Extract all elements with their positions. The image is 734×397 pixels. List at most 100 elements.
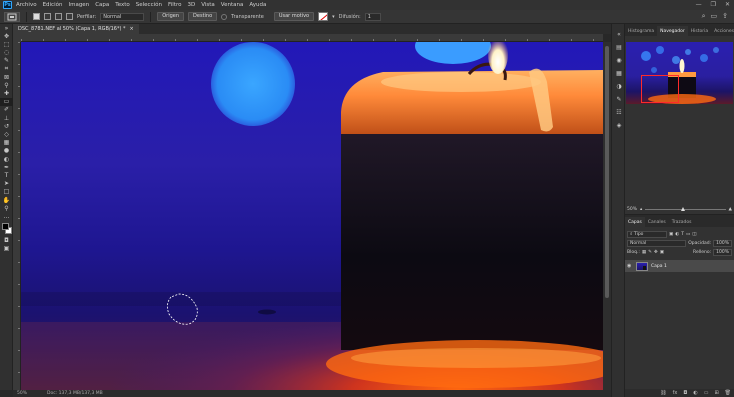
menu-imagen[interactable]: Imagen [68,2,89,8]
gradient-tool-icon[interactable]: ▦ [0,139,13,147]
fill-input[interactable]: 100% [713,249,732,256]
menu-vista[interactable]: Vista [201,2,215,8]
new-layer-icon[interactable]: ⊞ [714,390,718,396]
search-icon[interactable]: ⌕ [702,12,706,21]
brush-tool-icon[interactable]: ✐ [0,106,13,114]
patch-tool-preset[interactable] [4,11,20,22]
close-icon[interactable]: ✕ [725,1,730,8]
dodge-tool-icon[interactable]: ◐ [0,155,13,163]
eye-icon[interactable]: ◉ [627,263,633,269]
tab-trazados[interactable]: Trazados [669,217,695,227]
link-icon[interactable]: ⛓ [660,390,666,396]
toolbox-collapse-icon[interactable]: » [0,24,13,32]
filter-text-icon[interactable]: T [681,232,684,237]
menu-capa[interactable]: Capa [95,2,109,8]
lock-pixels-icon[interactable]: ▦ [642,250,646,255]
workspace-icon[interactable]: ▭ [711,12,718,21]
styles-icon[interactable]: ◈ [612,119,626,132]
marquee-tool-icon[interactable]: ⬚ [0,40,13,48]
document-tab[interactable]: DSC_8781.NEF al 50% (Capa 1, RGB/16*) * … [13,24,139,34]
mask-icon[interactable]: ◘ [683,390,687,396]
menu-3d[interactable]: 3D [187,2,195,8]
healing-tool-icon[interactable]: ✚ [0,90,13,98]
edit-toolbar-icon[interactable]: … [0,212,13,220]
zoom-in-icon[interactable]: ▲ [729,207,732,212]
libraries-icon[interactable]: ☷ [612,106,626,119]
blur-tool-icon[interactable]: ● [0,147,13,155]
pattern-swatch[interactable] [318,12,329,21]
lock-paint-icon[interactable]: ✎ [648,250,652,255]
transparent-checkbox[interactable] [221,13,228,20]
eyedropper-tool-icon[interactable]: ⚲ [0,81,13,89]
layer-row[interactable]: ◉ Capa 1 [625,260,734,272]
filter-smart-icon[interactable]: ◫ [692,232,696,237]
quick-select-tool-icon[interactable]: ✎ [0,57,13,65]
maximize-icon[interactable]: ❐ [711,1,716,8]
tab-navegador[interactable]: Navegador [657,26,688,36]
destination-button[interactable]: Destino [188,12,218,21]
close-tab-icon[interactable]: × [130,26,134,32]
tab-canales[interactable]: Canales [645,217,669,227]
subtract-selection-button[interactable] [55,13,62,20]
vertical-scrollbar[interactable] [603,42,611,390]
menu-texto[interactable]: Texto [115,2,130,8]
menu-ventana[interactable]: Ventana [221,2,244,8]
collapse-panels-icon[interactable]: « [612,28,626,41]
share-icon[interactable]: ⇪ [722,12,728,21]
add-selection-button[interactable] [44,13,51,20]
fx-icon[interactable]: fx [673,390,678,396]
tab-historia[interactable]: Historia [688,26,711,36]
status-zoom[interactable]: 50% [17,391,27,396]
menu-ayuda[interactable]: Ayuda [249,2,266,8]
brushes-icon[interactable]: ✎ [612,93,626,106]
image-canvas[interactable] [21,42,603,390]
properties-icon[interactable]: ▤ [612,41,626,54]
use-pattern-button[interactable]: Usar motivo [273,12,315,21]
menu-archivo[interactable]: Archivo [16,2,37,8]
adjustment-layer-icon[interactable]: ◐ [693,390,697,396]
tab-capas[interactable]: Capas [625,217,645,227]
navigator-view-box[interactable] [641,75,679,103]
zoom-slider-knob[interactable] [680,206,685,211]
nav-zoom-value[interactable]: 50% [627,207,637,212]
color-swatches[interactable] [0,221,13,237]
navigator-thumbnail[interactable] [626,42,733,104]
group-icon[interactable]: ▭ [704,390,709,396]
menu-filtro[interactable]: Filtro [168,2,181,8]
pen-tool-icon[interactable]: ✒ [0,163,13,171]
menu-edicion[interactable]: Edición [43,2,63,8]
history-brush-tool-icon[interactable]: ↺ [0,122,13,130]
text-tool-icon[interactable]: T [0,171,13,179]
new-selection-button[interactable] [33,13,40,20]
adjustments-icon[interactable]: ◑ [612,80,626,93]
lock-move-icon[interactable]: ✥ [654,250,658,255]
blend-mode-select[interactable]: Normal [627,240,687,247]
minimize-icon[interactable]: — [696,1,702,8]
chevron-down-icon[interactable]: ▾ [332,14,335,20]
layer-name[interactable]: Capa 1 [651,264,667,269]
zoom-tool-icon[interactable]: ⚲ [0,204,13,212]
eraser-tool-icon[interactable]: ◇ [0,130,13,138]
ruler-corner[interactable] [13,34,21,42]
hand-tool-icon[interactable]: ✋ [0,196,13,204]
menu-seleccion[interactable]: Selección [136,2,162,8]
origin-button[interactable]: Origen [157,12,185,21]
color-icon[interactable]: ◉ [612,54,626,67]
swatches-icon[interactable]: ▦ [612,67,626,80]
intersect-selection-button[interactable] [66,13,73,20]
tab-acciones[interactable]: Acciones [711,26,734,36]
frame-tool-icon[interactable]: ⊠ [0,73,13,81]
quick-mask-icon[interactable]: ◘ [0,237,13,245]
diffusion-select[interactable]: 1 [364,12,381,21]
feather-select[interactable]: Normal [100,12,145,21]
horizontal-ruler[interactable] [21,34,603,42]
opacity-input[interactable]: 100% [713,240,732,247]
trash-icon[interactable]: 🗑 [725,390,731,396]
crop-tool-icon[interactable]: ⌗ [0,65,13,73]
patch-tool-icon[interactable]: ▭ [0,97,13,106]
tab-histograma[interactable]: Histograma [625,26,657,36]
filter-shape-icon[interactable]: ▭ [686,232,690,237]
scrollbar-thumb[interactable] [605,46,609,298]
clone-stamp-tool-icon[interactable]: ⊥ [0,114,13,122]
lasso-tool-icon[interactable]: ◌ [0,49,13,57]
